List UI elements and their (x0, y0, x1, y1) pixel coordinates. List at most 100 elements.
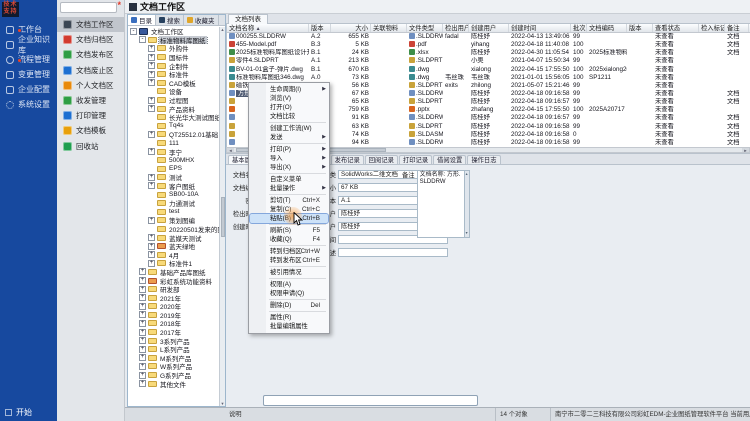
tree-node[interactable]: +基础产品库图纸 (129, 268, 219, 277)
column-header-检入标记[interactable]: 检入标记 (699, 24, 725, 32)
tree-node[interactable]: 111 (129, 139, 219, 148)
expand-toggle-icon[interactable]: + (139, 277, 146, 284)
column-header-备注[interactable]: 备注 (725, 24, 749, 32)
tree-node[interactable]: +4月 (129, 250, 219, 259)
menu-item-刷新(S)[interactable]: 刷新(S)F5 (250, 226, 328, 235)
expand-toggle-icon[interactable]: + (139, 346, 146, 353)
column-header-文档编码[interactable]: 文档编码 (587, 24, 627, 32)
menu-item-创建工作流(W)[interactable]: 创建工作流(W) (250, 124, 328, 133)
menu-item-导入[interactable]: 导入▶ (250, 154, 328, 163)
expand-toggle-icon[interactable]: + (148, 71, 155, 78)
tree-node[interactable]: EPS (129, 165, 219, 174)
menu-item-批量编辑属性[interactable]: 批量编辑属性 (250, 322, 328, 331)
expand-toggle-icon[interactable]: + (139, 303, 146, 310)
tree-node[interactable]: +2019年 (129, 311, 219, 320)
tree-node[interactable]: +2017年 (129, 328, 219, 337)
tree-node[interactable]: +M系列产品 (129, 354, 219, 363)
menu-item-删除(D)[interactable]: 删除(D)Del (250, 301, 328, 310)
expand-toggle-icon[interactable]: + (148, 148, 155, 155)
detail-tab-打印记录[interactable]: 打印记录 (399, 155, 432, 164)
tree-node[interactable]: 长光华大测试图纸 (129, 113, 219, 122)
tree-node[interactable]: +3系列产品 (129, 336, 219, 345)
expand-toggle-icon[interactable]: + (139, 372, 146, 379)
nav-item-流程管理[interactable]: 流程管理 (0, 52, 57, 67)
sidebar-search-input[interactable] (60, 2, 117, 13)
menu-item-生命周期(I)[interactable]: 生命周期(I)▶ (250, 85, 328, 94)
menu-item-导出(X)[interactable]: 导出(X)▶ (250, 163, 328, 172)
tree-node[interactable]: +策划图编 (129, 216, 219, 225)
tree-node[interactable]: +CAD模板 (129, 79, 219, 88)
expand-toggle-icon[interactable]: + (148, 62, 155, 69)
expand-toggle-icon[interactable]: + (148, 182, 155, 189)
menu-item-被引用情况[interactable]: 被引用情况 (250, 268, 328, 277)
menu-item-打开(O)[interactable]: 打开(O) (250, 103, 328, 112)
detail-tab-借阅设置[interactable]: 借阅设置 (433, 155, 466, 164)
sidebar-item-文档废止区[interactable]: 文档废止区 (57, 63, 124, 78)
expand-toggle-icon[interactable]: + (148, 260, 155, 267)
table-row[interactable]: 455-Model.pdfB.35 KB.pdfyihang2022-04-18… (227, 41, 750, 49)
menu-item-权限申请(Q)[interactable]: 权限申请(Q) (250, 289, 328, 298)
tree-node[interactable]: +标准件1 (129, 259, 219, 268)
tree-scrollbar[interactable]: ▲ ▼ (219, 27, 225, 406)
table-row[interactable]: 零件4.SLDPRTA.1213 KB.SLDPRT小奥2021-04-07 1… (227, 57, 750, 65)
tree-node[interactable]: +测试 (129, 173, 219, 182)
nav-item-企业配置[interactable]: 企业配置 (0, 82, 57, 97)
menu-item-自定义菜单[interactable]: 自定义菜单 (250, 175, 328, 184)
expand-toggle-icon[interactable]: + (148, 217, 155, 224)
tree-node[interactable]: +标准件 (129, 70, 219, 79)
tree-node[interactable]: +彩虹系统功能资料 (129, 276, 219, 285)
sidebar-item-文档模板[interactable]: 文档模板 (57, 123, 124, 138)
expand-toggle-icon[interactable]: + (139, 354, 146, 361)
scroll-left-icon[interactable]: ◄ (227, 148, 234, 152)
tree-node[interactable]: +过程图 (129, 96, 219, 105)
expand-toggle-icon[interactable]: + (139, 329, 146, 336)
menu-item-收藏(Q)[interactable]: 收藏(Q)F4 (250, 235, 328, 244)
start-button[interactable]: 开始 (5, 407, 32, 418)
table-row[interactable]: 000255.SLDDRWA.2655 KB.SLDDRWfadal陈桂妤202… (227, 33, 750, 41)
tree-node[interactable]: test (129, 207, 219, 216)
sidebar-item-收发管理[interactable]: 收发管理 (57, 93, 124, 108)
expand-toggle-icon[interactable]: - (130, 28, 137, 35)
tree-node[interactable]: +企制件 (129, 61, 219, 70)
column-header-创建时间[interactable]: 创建时间 (509, 24, 571, 32)
scroll-down-icon[interactable]: ▼ (221, 401, 225, 406)
sidebar-item-回收站[interactable]: 回收站 (57, 139, 124, 154)
column-header-批次[interactable]: 批次 (571, 24, 587, 32)
nav-item-企业知识库[interactable]: 企业知识库 (0, 37, 57, 52)
column-header-版本[interactable]: 版本 (309, 24, 331, 32)
expand-toggle-icon[interactable]: + (139, 294, 146, 301)
tree-node[interactable]: +蓝天绿地 (129, 242, 219, 251)
expand-toggle-icon[interactable]: + (148, 79, 155, 86)
expand-toggle-icon[interactable]: + (139, 286, 146, 293)
tree-tab-搜索[interactable]: 搜索 (156, 15, 184, 25)
expand-toggle-icon[interactable]: + (148, 97, 155, 104)
tree-node[interactable]: +蓝媒天测试 (129, 233, 219, 242)
tree-node[interactable]: +产品资料 (129, 104, 219, 113)
column-header-文件类型[interactable]: 文件类型 (407, 24, 443, 32)
expand-toggle-icon[interactable]: - (139, 36, 146, 43)
tree-node[interactable]: +2018年 (129, 319, 219, 328)
tree-node[interactable]: Tq4s (129, 122, 219, 131)
expand-toggle-icon[interactable]: + (139, 380, 146, 387)
tree-node[interactable]: +L系列产品 (129, 345, 219, 354)
column-header-大小[interactable]: 大小 (331, 24, 371, 32)
detail-tab-发布记录[interactable]: 发布记录 (331, 155, 364, 164)
tree-node[interactable]: SB00-10A (129, 190, 219, 199)
expand-toggle-icon[interactable]: + (139, 320, 146, 327)
expand-toggle-icon[interactable]: + (148, 243, 155, 250)
menu-item-浏览(V)[interactable]: 浏览(V) (250, 94, 328, 103)
note-scrollbar[interactable]: ▲▼ (464, 171, 469, 237)
expand-toggle-icon[interactable]: + (148, 54, 155, 61)
tree-node[interactable]: +2021年 (129, 293, 219, 302)
tree-node[interactable]: +李宁 (129, 147, 219, 156)
tree-tab-目录[interactable]: 目录 (128, 15, 156, 25)
scroll-right-icon[interactable]: ► (742, 148, 749, 152)
tree-node[interactable]: +其他文件 (129, 379, 219, 388)
expand-toggle-icon[interactable]: + (148, 45, 155, 52)
nav-item-变更管理[interactable]: 变更管理 (0, 67, 57, 82)
tree-node[interactable]: -文档工作区 (129, 27, 219, 36)
detail-bottom-input[interactable] (263, 395, 478, 406)
menu-item-属性(R)[interactable]: 属性(R) (250, 313, 328, 322)
expand-toggle-icon[interactable]: + (139, 311, 146, 318)
column-header-关联物料[interactable]: 关联物料 (371, 24, 407, 32)
